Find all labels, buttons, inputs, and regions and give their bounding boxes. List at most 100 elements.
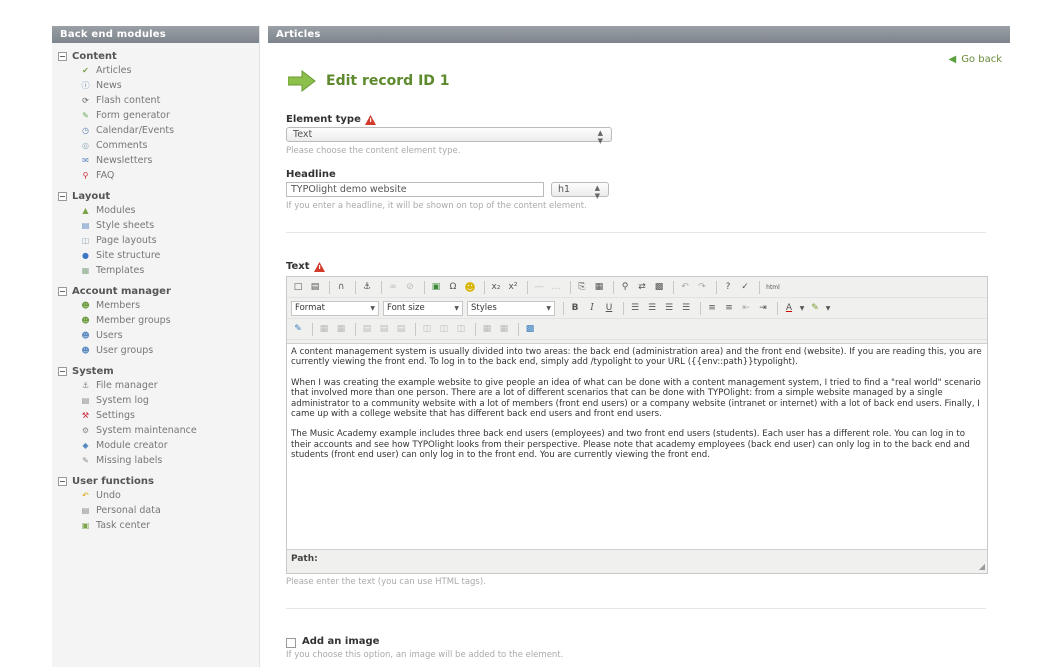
align-center-icon[interactable]: ☰	[645, 301, 659, 315]
align-justify-icon[interactable]: ☰	[679, 301, 693, 315]
image-icon[interactable]: ▣	[429, 280, 443, 294]
table-icon[interactable]: ▦	[317, 322, 331, 336]
headline-input[interactable]: TYPOlight demo website	[286, 182, 544, 197]
caret-down-icon[interactable]: ▼	[825, 301, 831, 315]
sidebar-item-user-groups[interactable]: ☻ User groups	[52, 343, 259, 358]
sidebar-group-title[interactable]: Account manager	[52, 284, 259, 298]
collapse-toggle-icon[interactable]	[58, 51, 67, 61]
special-char-icon[interactable]: Ω	[446, 280, 460, 294]
table-props-icon[interactable]: ▦	[334, 322, 348, 336]
numbered-list-icon[interactable]: ≡	[722, 301, 736, 315]
sidebar-item-page-layouts[interactable]: ◫ Page layouts	[52, 233, 259, 248]
bold-icon[interactable]: B	[568, 301, 582, 315]
collapse-toggle-icon[interactable]	[58, 476, 67, 486]
row-after-icon[interactable]: ▤	[377, 322, 391, 336]
sidebar-item-missing-labels[interactable]: ✎ Missing labels	[52, 453, 259, 468]
superscript-icon[interactable]: x²	[506, 280, 520, 294]
split-cells-icon[interactable]: ▦	[480, 322, 494, 336]
new-document-icon[interactable]: □	[291, 280, 305, 294]
sidebar-item-system-maintenance[interactable]: ⚙ System maintenance	[52, 423, 259, 438]
undo-icon[interactable]: ↶	[678, 280, 692, 294]
select-all-icon[interactable]: ▩	[652, 280, 666, 294]
sidebar-group-title[interactable]: User functions	[52, 474, 259, 488]
align-right-icon[interactable]: ☰	[662, 301, 676, 315]
element-type-select[interactable]: Text ▲ ▼	[286, 127, 612, 145]
bullet-list-icon[interactable]: ≡	[705, 301, 719, 315]
sidebar-item-members[interactable]: ☻ Members	[52, 298, 259, 313]
link-icon[interactable]: ∞	[386, 280, 400, 294]
sidebar-item-undo[interactable]: ↶ Undo	[52, 488, 259, 503]
sidebar-item-templates[interactable]: ▦ Templates	[52, 263, 259, 278]
caret-down-icon[interactable]: ▼	[799, 301, 805, 315]
nonbreaking-space-icon[interactable]: …	[549, 280, 563, 294]
paste-word-icon[interactable]: ▦	[592, 280, 606, 294]
sidebar-item-modules[interactable]: ▲ Modules	[52, 203, 259, 218]
sidebar-item-news[interactable]: ⓘ News	[52, 78, 259, 93]
sidebar-item-comments[interactable]: ◎ Comments	[52, 138, 259, 153]
edit-icon[interactable]: ✎	[291, 322, 305, 336]
replace-icon[interactable]: ⇄	[635, 280, 649, 294]
sidebar-item-task-center[interactable]: ▣ Task center	[52, 518, 259, 533]
styles-select[interactable]: Styles ▼	[467, 300, 555, 316]
emoticon-icon[interactable]: ☻	[463, 280, 477, 294]
sidebar-item-form-generator[interactable]: ✎ Form generator	[52, 108, 259, 123]
sidebar-item-articles[interactable]: ✔ Articles	[52, 63, 259, 78]
save-icon[interactable]: ▤	[308, 280, 322, 294]
sidebar-item-module-creator[interactable]: ◆ Module creator	[52, 438, 259, 453]
back-arrow-icon: ◀	[948, 54, 957, 65]
sidebar-group-title[interactable]: Layout	[52, 189, 259, 203]
sidebar-item-flash-content[interactable]: ⟳ Flash content	[52, 93, 259, 108]
clean-icon[interactable]: ∩	[334, 280, 348, 294]
format-select[interactable]: Format ▼	[291, 300, 379, 316]
indent-icon[interactable]: ⇥	[756, 301, 770, 315]
sidebar-group-system: System ⚓ File manager ▤ System log ⚒ Settings ⚙…	[52, 364, 259, 468]
anchor-icon[interactable]: ⚓	[360, 280, 374, 294]
go-back-link[interactable]: ◀ Go back	[948, 54, 1002, 65]
col-before-icon[interactable]: ◫	[420, 322, 434, 336]
sidebar-item-style-sheets[interactable]: ▤ Style sheets	[52, 218, 259, 233]
sidebar-item-file-manager[interactable]: ⚓ File manager	[52, 378, 259, 393]
help-icon[interactable]: ?	[721, 280, 735, 294]
sidebar-item-settings[interactable]: ⚒ Settings	[52, 408, 259, 423]
redo-icon[interactable]: ↷	[695, 280, 709, 294]
visual-aid-icon[interactable]: ▩	[523, 322, 537, 336]
align-left-icon[interactable]: ☰	[628, 301, 642, 315]
sidebar-item-newsletters[interactable]: ✉ Newsletters	[52, 153, 259, 168]
merge-cells-icon[interactable]: ▦	[497, 322, 511, 336]
add-image-checkbox[interactable]	[286, 638, 296, 648]
paste-icon[interactable]: ⎘	[575, 280, 589, 294]
collapse-toggle-icon[interactable]	[58, 366, 67, 376]
collapse-toggle-icon[interactable]	[58, 286, 67, 296]
underline-icon[interactable]: U	[602, 301, 616, 315]
collapse-toggle-icon[interactable]	[58, 191, 67, 201]
delete-row-icon[interactable]: ▤	[394, 322, 408, 336]
horizontal-rule-icon[interactable]: ―	[532, 280, 546, 294]
sidebar-group-title[interactable]: Content	[52, 49, 259, 63]
unlink-icon[interactable]: ⊘	[403, 280, 417, 294]
sidebar-item-system-log[interactable]: ▤ System log	[52, 393, 259, 408]
sidebar-group-title[interactable]: System	[52, 364, 259, 378]
outdent-icon[interactable]: ⇤	[739, 301, 753, 315]
text-color-icon[interactable]: A	[782, 301, 796, 315]
delete-col-icon[interactable]: ◫	[454, 322, 468, 336]
italic-icon[interactable]: I	[585, 301, 599, 315]
sidebar-item-calendar-events[interactable]: ◷ Calendar/Events	[52, 123, 259, 138]
resize-grip-icon[interactable]: ◢	[979, 562, 985, 571]
subscript-icon[interactable]: x₂	[489, 280, 503, 294]
module-creator-icon: ◆	[82, 440, 89, 450]
sidebar-item-site-structure[interactable]: ● Site structure	[52, 248, 259, 263]
sidebar-item-personal-data[interactable]: ▤ Personal data	[52, 503, 259, 518]
font-size-select[interactable]: Font size ▼	[383, 300, 463, 316]
sidebar-item-faq[interactable]: ⚲ FAQ	[52, 168, 259, 183]
row-before-icon[interactable]: ▤	[360, 322, 374, 336]
sidebar-item-member-groups[interactable]: ☻ Member groups	[52, 313, 259, 328]
sidebar-item-users[interactable]: ☻ Users	[52, 328, 259, 343]
spellcheck-icon[interactable]: ✓	[738, 280, 752, 294]
headline-unit-select[interactable]: h1 ▲ ▼	[551, 182, 609, 200]
find-icon[interactable]: ⚲	[618, 280, 632, 294]
highlight-color-icon[interactable]: ✎	[808, 301, 822, 315]
html-source-icon[interactable]: html	[764, 280, 782, 294]
add-image-label[interactable]: Add an image	[302, 636, 379, 647]
editor-content[interactable]: A content management system is usually d…	[287, 343, 987, 549]
col-after-icon[interactable]: ◫	[437, 322, 451, 336]
